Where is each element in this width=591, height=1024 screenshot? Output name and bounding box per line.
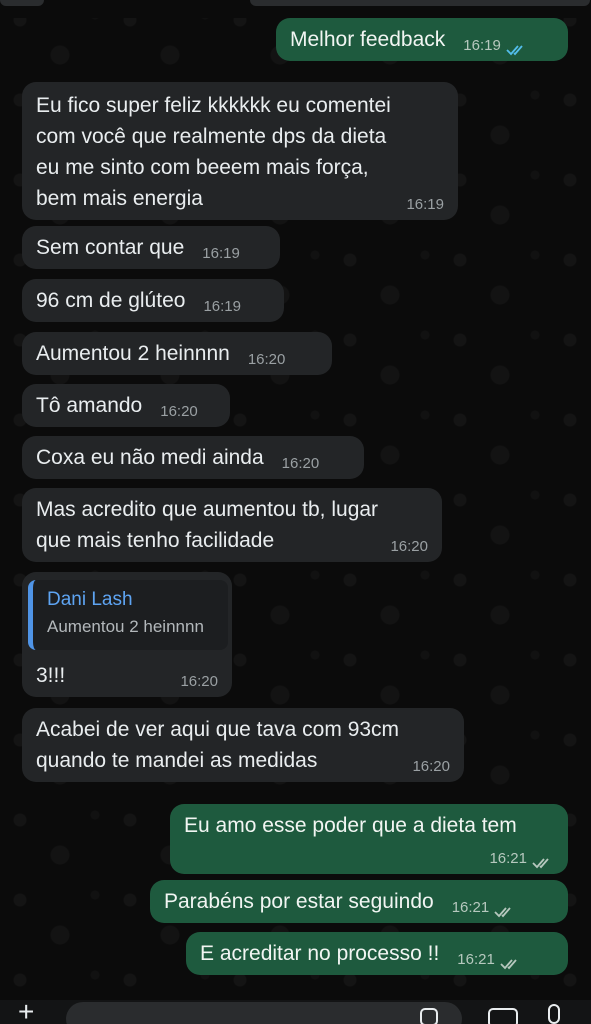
message-composer: + <box>0 998 591 1024</box>
message-text-line: Mas acredito que aumentou tb, lugar <box>36 498 379 521</box>
message-text: 3!!! <box>36 664 66 687</box>
message-bubble-outgoing[interactable]: Parabéns por estar seguindo 16:21 <box>150 880 568 923</box>
message-text-line: Acabei de ver aqui que tava com 93cm <box>36 718 400 741</box>
message-time: 16:21 <box>457 951 495 968</box>
camera-icon[interactable] <box>488 1008 518 1024</box>
message-time: 16:20 <box>247 351 286 368</box>
message-text: E acreditar no processo !! <box>200 942 440 965</box>
message-time: 16:19 <box>463 37 501 54</box>
message-time: 16:19 <box>202 245 240 262</box>
message-time: 16:21 <box>489 850 527 867</box>
chat-area: Melhor feedback 16:19 Eu fico super feli… <box>0 0 591 1000</box>
message-text: Aumentou 2 heinnnn <box>36 342 230 365</box>
message-time: 16:19 <box>203 298 241 315</box>
quoted-message[interactable]: Dani Lash Aumentou 2 heinnnn <box>28 580 228 650</box>
message-time: 16:20 <box>180 673 218 690</box>
message-text: Tô amando <box>36 394 143 417</box>
message-bubble-outgoing[interactable]: E acreditar no processo !! 16:21 <box>186 932 568 975</box>
quote-author: Dani Lash <box>47 589 133 610</box>
previous-messages-edge <box>0 0 591 18</box>
message-text-line: quando te mandei as medidas <box>36 749 318 772</box>
message-text: Eu amo esse poder que a dieta tem <box>184 814 517 837</box>
sticker-icon[interactable] <box>420 1008 438 1024</box>
message-text-line: Eu fico super feliz kkkkkk eu comentei <box>36 94 391 117</box>
message-input[interactable] <box>66 1002 462 1024</box>
message-text-line: eu me sinto com beeem mais força, <box>36 156 369 179</box>
microphone-icon[interactable] <box>548 1004 560 1024</box>
message-bubble-reply[interactable]: Dani Lash Aumentou 2 heinnnn 3!!! 16:20 <box>22 572 232 697</box>
plus-icon[interactable]: + <box>18 998 34 1024</box>
message-text: Sem contar que <box>36 236 185 259</box>
message-text-line: com você que realmente dps da dieta <box>36 125 387 148</box>
message-bubble-incoming[interactable]: Eu fico super feliz kkkkkk eu comentei c… <box>22 82 458 220</box>
delivered-ticks-icon <box>500 958 522 970</box>
message-text-line: bem mais energia <box>36 187 203 210</box>
delivered-ticks-icon <box>532 857 554 869</box>
message-time: 16:19 <box>406 196 444 213</box>
message-text: Parabéns por estar seguindo <box>164 890 434 913</box>
quote-text: Aumentou 2 heinnnn <box>47 617 204 636</box>
message-bubble-incoming[interactable]: Tô amando 16:20 <box>22 384 230 427</box>
message-bubble-incoming[interactable]: Acabei de ver aqui que tava com 93cm qua… <box>22 708 464 782</box>
message-time: 16:20 <box>390 538 428 555</box>
message-text-line: que mais tenho facilidade <box>36 529 275 552</box>
message-bubble-incoming[interactable]: Aumentou 2 heinnnn 16:20 <box>22 332 332 375</box>
message-text: 96 cm de glúteo <box>36 289 186 312</box>
message-time: 16:20 <box>281 455 320 472</box>
message-time: 16:20 <box>160 403 198 420</box>
message-bubble-incoming[interactable]: Coxa eu não medi ainda 16:20 <box>22 436 364 479</box>
message-bubble-outgoing[interactable]: Melhor feedback 16:19 <box>276 18 568 61</box>
message-bubble-incoming[interactable]: 96 cm de glúteo 16:19 <box>22 279 284 322</box>
message-text: Coxa eu não medi ainda <box>36 446 264 469</box>
message-text: Melhor feedback <box>290 28 446 51</box>
message-bubble-outgoing[interactable]: Eu amo esse poder que a dieta tem 16:21 <box>170 804 568 874</box>
message-time: 16:20 <box>412 758 450 775</box>
read-ticks-icon <box>506 44 528 56</box>
delivered-ticks-icon <box>494 906 516 918</box>
message-bubble-incoming[interactable]: Sem contar que 16:19 <box>22 226 280 269</box>
message-time: 16:21 <box>451 899 490 916</box>
message-bubble-incoming[interactable]: Mas acredito que aumentou tb, lugar que … <box>22 488 442 562</box>
